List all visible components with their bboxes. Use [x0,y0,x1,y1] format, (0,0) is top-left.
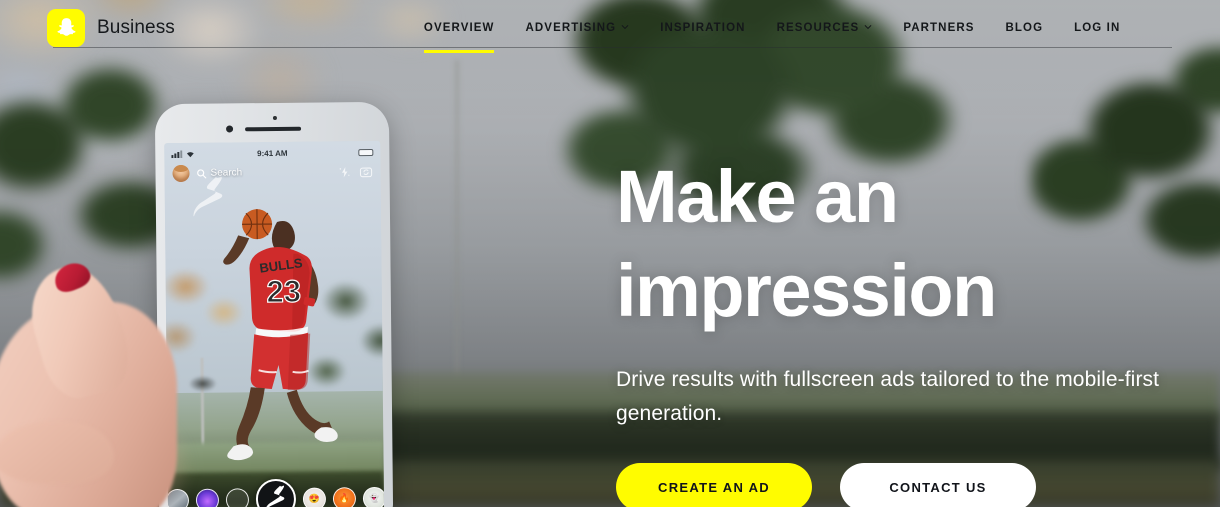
brand-name: Business [97,16,175,38]
phone-search-bar[interactable]: Search [196,167,243,179]
nav-item-inspiration-label: INSPIRATION [660,21,746,34]
chevron-down-icon [865,24,872,29]
lens-thumb-ghost[interactable]: 👻 [362,486,385,507]
lens-thumb-heart-eyes[interactable]: 😍 [302,486,327,507]
snapchat-ghost-icon [47,8,85,47]
phone-screen: 9:41 AM Search BULLS 23 😍 🔥 👻 [164,140,385,507]
hand-holding-phone [0,256,192,507]
hero-content: Make an impression Drive results with fu… [616,150,1186,507]
phone-search-label: Search [210,167,243,179]
flip-camera-icon[interactable] [359,165,373,177]
snapchat-ghost-glyph [56,18,76,36]
lens-thumb-neon[interactable] [195,488,220,507]
nav-item-log-in-label: LOG IN [1074,21,1121,34]
lens-thumb-jumpman-selected[interactable] [255,478,297,507]
nav-item-log-in[interactable]: LOG IN [1074,18,1120,38]
jumpman-logo-icon [265,485,285,507]
hero-subtitle: Drive results with fullscreen ads tailor… [616,368,1160,425]
chevron-down-icon [621,24,629,29]
lens-thumb-fire-face[interactable]: 🔥 [332,486,357,507]
hero-title: Make an impression [616,150,1186,338]
lens-carousel[interactable]: 😍 🔥 👻 [165,473,385,507]
brand-logo-link[interactable]: Business [47,8,175,47]
phone-earpiece-speaker [245,126,302,132]
nav-links: OVERVIEW ADVERTISING INSPIRATION RESOURC… [423,18,1120,53]
phone-front-camera-icon [226,125,234,133]
lens-thumb-empty[interactable] [225,487,250,507]
contact-us-button[interactable]: CONTACT US [840,463,1036,507]
magnifier-icon [197,168,207,178]
lens-thumb-ghost-glyph: 👻 [368,492,381,503]
hero-title-line-2: impression [616,249,997,332]
create-an-ad-button[interactable]: CREATE AN AD [616,463,812,507]
flash-sparkle-icon[interactable] [338,166,350,178]
bitmoji-avatar-icon[interactable] [172,164,190,183]
nav-item-partners-label: PARTNERS [903,21,975,34]
nav-item-advertising[interactable]: ADVERTISING [525,18,629,38]
nav-item-blog-label: BLOG [1005,21,1044,34]
phone-status-time: 9:41 AM [257,148,288,158]
nav-item-overview-label: OVERVIEW [423,21,495,34]
hand-finger [0,422,114,484]
svg-text:23: 23 [266,274,301,309]
lens-thumb-fire-face-glyph: 🔥 [338,492,351,503]
lens-thumb-heart-eyes-glyph: 😍 [308,493,321,504]
nav-item-resources-label: RESOURCES [776,21,860,34]
jordan-dunk-ar-lens: BULLS 23 [223,209,338,461]
phone-sensor [272,115,277,121]
hero-cta-group: CREATE AN AD CONTACT US [616,463,1186,507]
nav-item-blog[interactable]: BLOG [1006,18,1044,38]
top-navigation: Business OVERVIEW ADVERTISING INSPIRATIO… [0,0,1220,55]
hero-title-line-1: Make an [616,155,899,238]
phone-top-controls: Search [164,163,380,183]
nav-item-overview[interactable]: OVERVIEW [423,18,495,53]
nav-item-partners[interactable]: PARTNERS [903,18,974,38]
nav-item-advertising-label: ADVERTISING [525,21,617,34]
page-root: 9:41 AM Search BULLS 23 😍 🔥 👻 Make an im… [0,0,1220,507]
nav-item-inspiration[interactable]: INSPIRATION [660,18,745,38]
nav-item-resources[interactable]: RESOURCES [777,18,873,38]
phone-status-bar: 9:41 AM [164,145,380,161]
